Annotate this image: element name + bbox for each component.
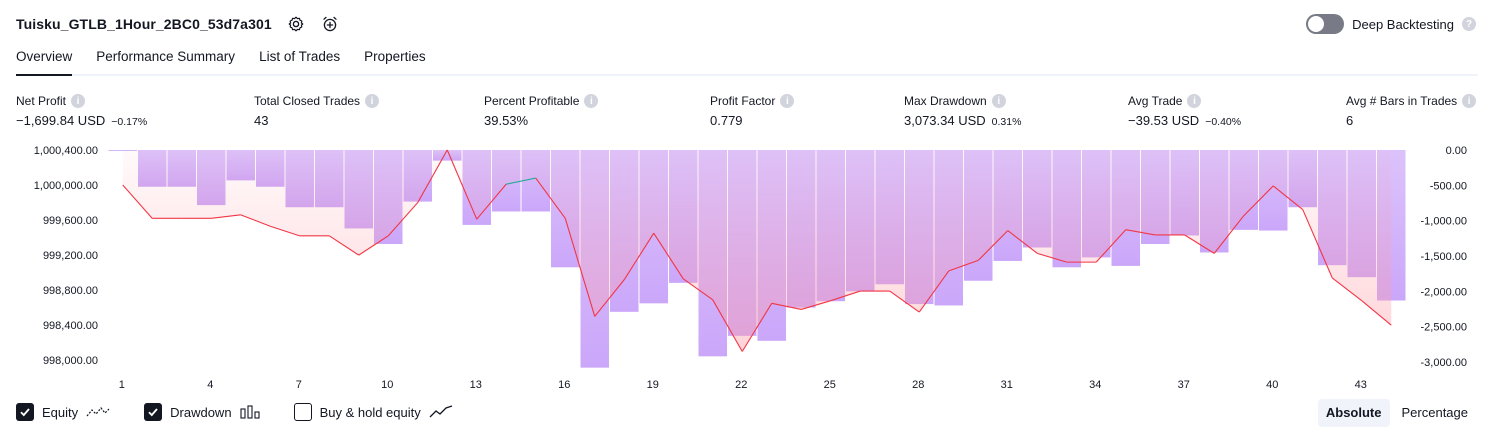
- legend-buy-hold[interactable]: Buy & hold equity: [293, 403, 453, 421]
- chart-legend: Equity Drawdown Buy & hold equity: [16, 403, 487, 421]
- tab-overview[interactable]: Overview: [16, 42, 73, 76]
- metric-percent-profitable: Percent Profitable i 39.53%: [484, 93, 599, 128]
- metric-value: 39.53%: [484, 113, 529, 128]
- left-axis-tick: 998,400.00: [43, 320, 98, 332]
- left-axis-tick: 1,000,000.00: [34, 180, 98, 192]
- right-axis-tick: -2,500.00: [1421, 322, 1467, 334]
- left-axis-tick: 999,600.00: [43, 215, 98, 227]
- right-axis-tick: -500.00: [1430, 180, 1467, 192]
- metric-profit-factor: Profit Factor i 0.779: [710, 93, 795, 128]
- metric-avg-trade: Avg Trade i −39.53 USD −0.40%: [1128, 93, 1241, 128]
- tab-properties[interactable]: Properties: [364, 42, 426, 74]
- x-axis: 1 4 7 10 13 16 19 22 25 28 31 34 37 40 43: [119, 379, 1367, 391]
- metric-value: 6: [1346, 113, 1354, 128]
- settings-gear-icon[interactable]: [286, 14, 306, 34]
- equity-checkbox[interactable]: [16, 403, 34, 421]
- metric-value: 0.779: [710, 113, 743, 128]
- metric-value: 43: [254, 113, 269, 128]
- metric-label: Net Profit: [16, 94, 67, 108]
- metric-avg-bars-in-trades: Avg # Bars in Trades i 6: [1346, 93, 1477, 128]
- metric-label: Avg # Bars in Trades: [1346, 94, 1458, 108]
- metric-percent: −0.40%: [1205, 116, 1242, 128]
- add-alert-clock-icon[interactable]: [320, 14, 340, 34]
- tab-performance-summary[interactable]: Performance Summary: [96, 42, 235, 74]
- metric-label: Percent Profitable: [484, 94, 580, 108]
- metric-value: −39.53 USD: [1128, 113, 1200, 128]
- x-axis-tick: 31: [1001, 379, 1013, 391]
- percentage-button[interactable]: Percentage: [1394, 399, 1477, 427]
- help-icon[interactable]: ?: [1462, 17, 1476, 31]
- equity-drawdown-chart[interactable]: 1,000,400.00 1,000,000.00 999,600.00 999,20…: [0, 138, 1494, 400]
- right-axis-tick: -1,000.00: [1421, 216, 1467, 228]
- deep-backtesting-label: Deep Backtesting: [1352, 16, 1454, 32]
- x-axis-tick: 10: [381, 379, 393, 391]
- metric-value: −1,699.84 USD: [16, 113, 106, 128]
- right-axis-tick: -1,500.00: [1421, 251, 1467, 263]
- info-icon[interactable]: i: [991, 94, 1006, 108]
- metric-label: Max Drawdown: [904, 94, 987, 108]
- equity-label: Equity: [42, 404, 79, 420]
- buy-hold-line-icon: [429, 405, 453, 419]
- right-axis-tick: -2,000.00: [1421, 286, 1467, 298]
- left-axis-tick: 998,800.00: [43, 285, 98, 297]
- x-axis-tick: 7: [296, 379, 302, 391]
- absolute-button[interactable]: Absolute: [1317, 399, 1390, 427]
- x-axis-tick: 1: [119, 379, 125, 391]
- metric-total-closed-trades: Total Closed Trades i 43: [254, 93, 380, 128]
- left-axis-tick: 999,200.00: [43, 250, 98, 262]
- x-axis-tick: 37: [1178, 379, 1190, 391]
- deep-backtesting: Deep Backtesting ?: [1306, 14, 1476, 34]
- tab-bar: Overview Performance Summary List of Tra…: [16, 42, 1478, 76]
- strategy-title: Tuisku_GTLB_1Hour_2BC0_53d7a301: [16, 16, 272, 32]
- drawdown-label: Drawdown: [170, 404, 232, 420]
- metric-value: 3,073.34 USD: [904, 113, 986, 128]
- metric-percent: −0.17%: [111, 116, 148, 128]
- drawdown-checkbox[interactable]: [144, 403, 163, 421]
- info-icon[interactable]: i: [1187, 94, 1202, 108]
- x-axis-tick: 25: [824, 379, 836, 391]
- legend-equity[interactable]: Equity: [16, 403, 110, 421]
- info-icon[interactable]: i: [365, 94, 380, 108]
- strategy-header: Tuisku_GTLB_1Hour_2BC0_53d7a301: [16, 12, 340, 36]
- metric-label: Total Closed Trades: [254, 94, 361, 108]
- right-axis-tick: -3,000.00: [1421, 357, 1467, 369]
- buy-hold-label: Buy & hold equity: [319, 404, 421, 420]
- info-icon[interactable]: i: [1462, 94, 1477, 108]
- info-icon[interactable]: i: [71, 94, 86, 108]
- metric-label: Profit Factor: [710, 94, 776, 108]
- scale-mode-switch: Absolute Percentage: [1317, 399, 1477, 427]
- x-axis-tick: 40: [1266, 379, 1278, 391]
- x-axis-tick: 16: [558, 379, 570, 391]
- metrics-row: Net Profit i −1,699.84 USD −0.17% Total Cl…: [0, 93, 1494, 133]
- tab-list-of-trades[interactable]: List of Trades: [259, 42, 340, 74]
- legend-drawdown[interactable]: Drawdown: [144, 403, 260, 421]
- metric-percent: 0.31%: [991, 116, 1022, 128]
- x-axis-tick: 4: [207, 379, 213, 391]
- deep-backtesting-toggle[interactable]: [1306, 14, 1345, 34]
- right-axis: 0.00 -500.00 -1,000.00 -1,500.00 -2,000.00 -2…: [1421, 145, 1467, 369]
- x-axis-tick: 43: [1355, 379, 1367, 391]
- left-axis-tick: 998,000.00: [43, 355, 98, 367]
- x-axis-tick: 22: [735, 379, 747, 391]
- metric-net-profit: Net Profit i −1,699.84 USD −0.17%: [16, 93, 147, 128]
- right-axis-tick: 0.00: [1446, 145, 1467, 157]
- left-axis: 1,000,400.00 1,000,000.00 999,600.00 999,20…: [34, 145, 98, 367]
- metric-max-drawdown: Max Drawdown i 3,073.34 USD 0.31%: [904, 93, 1021, 128]
- x-axis-tick: 34: [1089, 379, 1101, 391]
- drawdown-bars-icon: [240, 405, 260, 419]
- info-icon[interactable]: i: [584, 94, 599, 108]
- x-axis-tick: 13: [470, 379, 482, 391]
- info-icon[interactable]: i: [780, 94, 795, 108]
- metric-label: Avg Trade: [1128, 94, 1183, 108]
- left-axis-tick: 1,000,400.00: [34, 145, 98, 157]
- buy-hold-checkbox[interactable]: [293, 403, 312, 421]
- x-axis-tick: 19: [647, 379, 659, 391]
- x-axis-tick: 28: [912, 379, 924, 391]
- equity-line-icon: [86, 405, 110, 419]
